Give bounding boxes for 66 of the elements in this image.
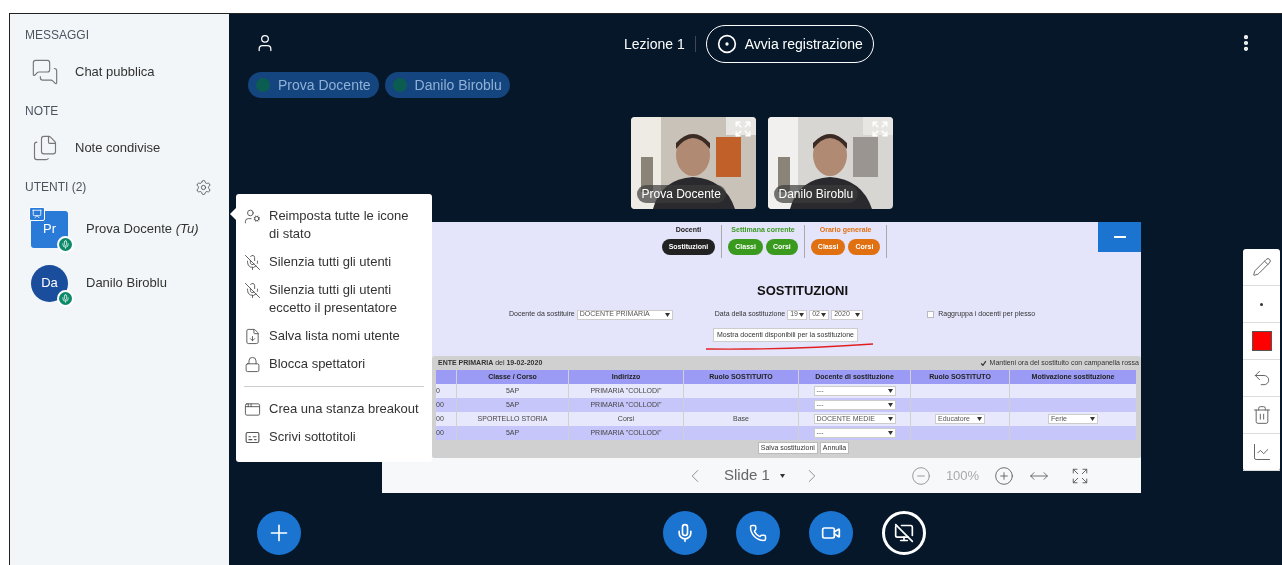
section-title: MESSAGGI bbox=[25, 27, 90, 44]
menu-item[interactable]: Crea una stanza breakout bbox=[244, 395, 424, 423]
download-icon bbox=[244, 328, 261, 345]
fullscreen-icon[interactable] bbox=[733, 120, 752, 138]
talker-pill: Prova Docente bbox=[248, 72, 379, 98]
microphone-icon bbox=[675, 523, 695, 543]
zoom-level: 100% bbox=[945, 466, 980, 485]
sidebar-item[interactable]: Chat pubblica bbox=[25, 50, 214, 94]
user-name: Danilo Biroblu bbox=[86, 274, 167, 293]
menu-item[interactable]: Salva lista nomi utente bbox=[244, 322, 424, 350]
checkbox[interactable] bbox=[927, 311, 935, 318]
slide-selector[interactable]: Slide 1 bbox=[724, 464, 785, 487]
caret-icon bbox=[887, 431, 893, 435]
microphone-button[interactable] bbox=[663, 511, 707, 555]
zoom-out-icon[interactable] bbox=[910, 465, 931, 486]
user-list-item[interactable]: Pr Prova Docente (Tu) bbox=[25, 202, 214, 256]
caret-icon bbox=[799, 312, 805, 317]
menu-item[interactable]: Scrivi sottotitoli bbox=[244, 423, 424, 451]
sidebar-item[interactable]: Note condivise bbox=[25, 126, 214, 170]
caret-icon bbox=[779, 473, 785, 478]
fullscreen-icon[interactable] bbox=[870, 120, 889, 138]
caret-icon bbox=[855, 312, 861, 317]
pencil-icon bbox=[1251, 257, 1272, 277]
phone-icon bbox=[749, 524, 767, 542]
camera-button[interactable] bbox=[809, 511, 853, 555]
lock-icon bbox=[244, 356, 261, 373]
record-icon bbox=[716, 34, 737, 54]
user-avatar: Da bbox=[31, 264, 68, 302]
user-name: Prova Docente (Tu) bbox=[86, 220, 199, 239]
checkbox[interactable] bbox=[979, 359, 987, 367]
video-name-label: Danilo Biroblu bbox=[773, 185, 859, 203]
section-title: NOTE bbox=[25, 103, 60, 120]
talker-pill: Danilo Biroblu bbox=[384, 72, 510, 98]
mute-icon bbox=[244, 254, 261, 271]
table-header-cell bbox=[436, 370, 457, 384]
captions-icon bbox=[244, 429, 261, 446]
caret-icon bbox=[1090, 417, 1095, 421]
chat-icon bbox=[31, 58, 59, 86]
minus-icon bbox=[1113, 236, 1126, 238]
user-list-item[interactable]: Da Danilo Biroblu bbox=[25, 256, 214, 310]
caret-icon bbox=[887, 417, 893, 421]
user-icon bbox=[244, 208, 261, 225]
window-icon bbox=[244, 401, 261, 418]
trash-icon bbox=[1251, 405, 1272, 425]
caret-icon bbox=[821, 312, 827, 317]
video-name-label: Prova Docente bbox=[636, 185, 726, 203]
notes-icon bbox=[31, 134, 59, 162]
add-button[interactable] bbox=[257, 511, 301, 555]
menu-item[interactable]: Silenzia tutti gli utenti bbox=[244, 248, 424, 276]
mute-icon bbox=[244, 282, 261, 299]
monitor-off-icon bbox=[894, 523, 914, 543]
caret-icon bbox=[887, 389, 893, 393]
phone-button[interactable] bbox=[736, 511, 780, 555]
screen-share-button[interactable] bbox=[882, 511, 926, 555]
menu-item[interactable]: Reimposta tutte le icone di stato bbox=[244, 202, 424, 248]
caret-icon bbox=[977, 417, 982, 421]
chart-icon bbox=[1251, 442, 1272, 462]
section-title: UTENTI (2) bbox=[25, 179, 87, 196]
fullscreen-icon[interactable] bbox=[1071, 466, 1090, 485]
meeting-title: Lezione 1 bbox=[624, 34, 685, 54]
zoom-in-icon[interactable] bbox=[994, 465, 1015, 486]
menu-item[interactable]: Silenzia tutti gli utenti eccetto il presentatore bbox=[244, 276, 424, 322]
caret-icon bbox=[664, 312, 670, 317]
caret-icon bbox=[887, 403, 893, 407]
menu-item[interactable]: Blocca spettatori bbox=[244, 350, 424, 378]
settings-icon[interactable] bbox=[195, 178, 212, 196]
